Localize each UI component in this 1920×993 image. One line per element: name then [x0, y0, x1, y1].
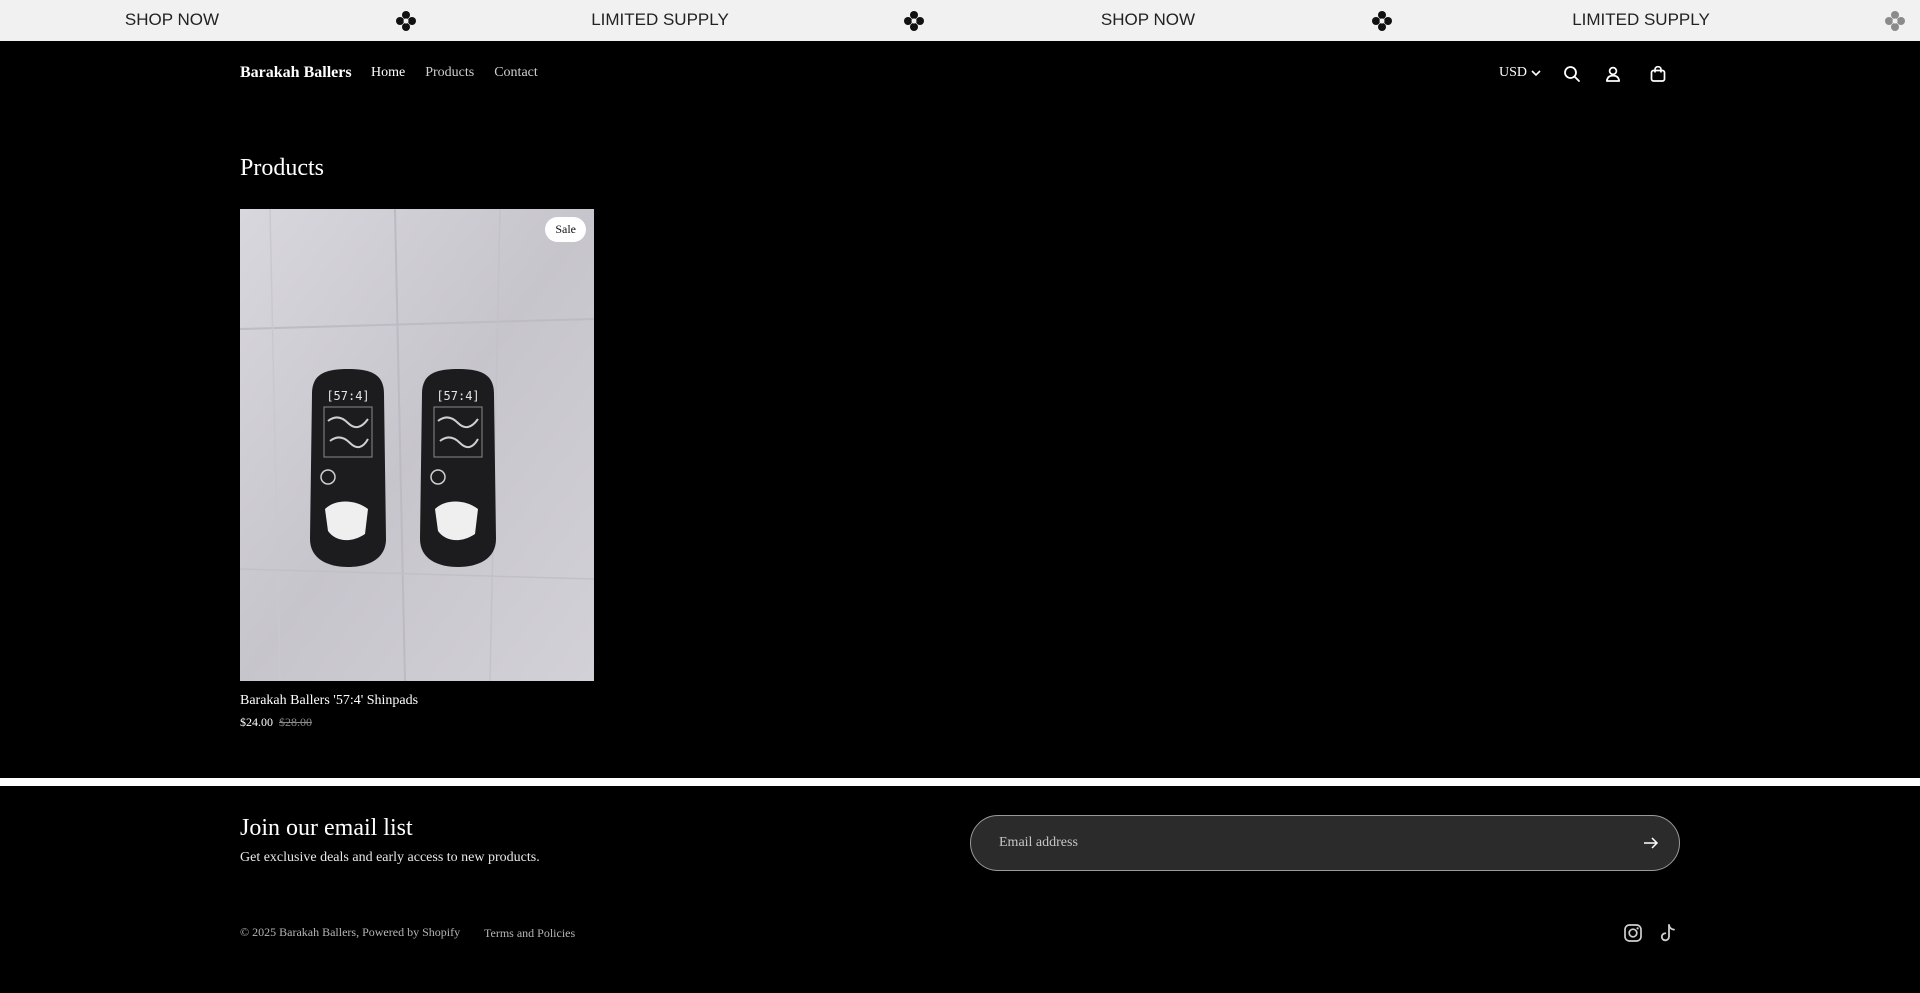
nav-contact[interactable]: Contact: [494, 65, 538, 81]
tiktok-icon[interactable]: [1657, 922, 1679, 944]
copyright: © 2025 Barakah Ballers, Powered by Shopi…: [240, 925, 461, 939]
site-header: Barakah Ballers Home Products Contact US…: [0, 41, 1920, 107]
page-title: Products: [240, 155, 324, 181]
chevron-down-icon: [1531, 70, 1541, 77]
cart-icon[interactable]: [1648, 64, 1668, 84]
newsletter-subtitle: Get exclusive deals and early access to …: [240, 850, 540, 865]
terms-link[interactable]: Terms and Policies: [484, 926, 575, 941]
clover-diamond-icon: [395, 10, 417, 32]
currency-selector[interactable]: USD: [1499, 65, 1541, 81]
product-image[interactable]: [57:4] [57:4] Sale: [240, 209, 594, 681]
brand-logo[interactable]: Barakah Ballers: [240, 64, 352, 82]
newsletter-form: [970, 815, 1680, 871]
currency-label: USD: [1499, 65, 1528, 80]
compare-at-price: $28.00: [279, 715, 312, 729]
newsletter-title: Join our email list: [240, 815, 413, 841]
product-price: $24.00 $28.00: [240, 715, 594, 730]
announcement-item[interactable]: LIMITED SUPPLY: [1572, 0, 1710, 41]
clover-diamond-icon: [1884, 10, 1906, 32]
sale-badge: Sale: [545, 217, 586, 242]
search-icon[interactable]: [1562, 64, 1582, 84]
announcement-item[interactable]: SHOP NOW: [1101, 0, 1195, 41]
arrow-right-icon[interactable]: [1641, 833, 1661, 853]
image-text: [57:4]: [436, 389, 479, 403]
nav-home[interactable]: Home: [371, 65, 405, 81]
footer-divider: [0, 778, 1920, 786]
product-card[interactable]: [57:4] [57:4] Sale Barakah Ballers '57:4…: [240, 209, 594, 730]
announcement-item[interactable]: LIMITED SUPPLY: [591, 0, 729, 41]
product-title[interactable]: Barakah Ballers '57:4' Shinpads: [240, 693, 594, 709]
email-input[interactable]: [999, 816, 1599, 870]
sale-price: $24.00: [240, 715, 273, 729]
image-text: [57:4]: [326, 389, 369, 403]
account-icon[interactable]: [1603, 64, 1623, 84]
instagram-icon[interactable]: [1622, 922, 1644, 944]
main-nav: Home Products Contact: [371, 65, 538, 81]
announcement-bar: SHOP NOW LIMITED SUPPLY SHOP NOW LIMITED…: [0, 0, 1920, 41]
nav-products[interactable]: Products: [425, 65, 474, 81]
clover-diamond-icon: [903, 10, 925, 32]
announcement-item[interactable]: SHOP NOW: [125, 0, 219, 41]
clover-diamond-icon: [1371, 10, 1393, 32]
